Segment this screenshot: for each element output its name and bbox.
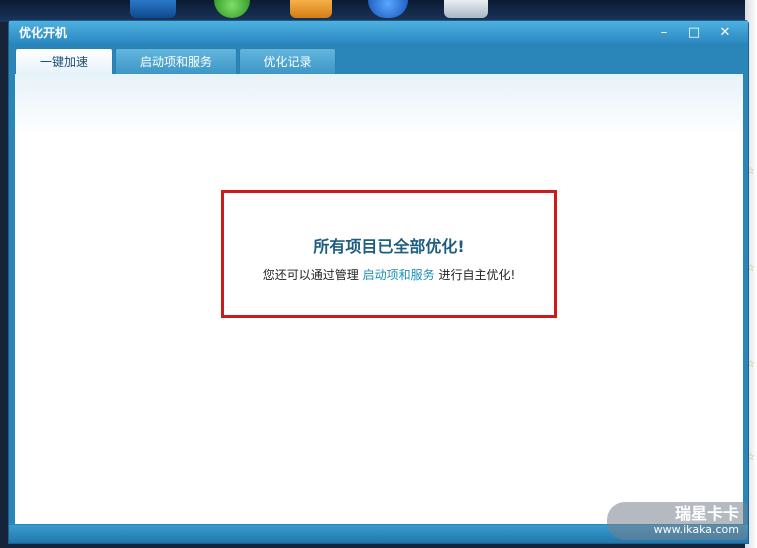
tab-startup-and-services[interactable]: 启动项和服务 <box>115 48 237 74</box>
window-title: 优化开机 <box>19 26 68 40</box>
minimize-button[interactable]: – <box>653 23 675 41</box>
watermark-brand: 瑞星卡卡 <box>674 504 739 523</box>
result-subline: 您还可以通过管理 启动项和服务 进行自主优化! <box>224 266 554 283</box>
watermark-url: www.ikaka.com <box>653 523 739 536</box>
desktop-info-icon[interactable] <box>368 0 408 18</box>
subline-prefix: 您还可以通过管理 <box>262 268 359 282</box>
title-bar[interactable]: 优化开机 – □ ✕ <box>9 21 748 43</box>
tab-one-click-boost[interactable]: 一键加速 <box>15 48 113 74</box>
result-message-box: 所有项目已全部优化! 您还可以通过管理 启动项和服务 进行自主优化! <box>221 190 557 318</box>
close-button[interactable]: ✕ <box>714 23 736 41</box>
desktop-orange-app-icon[interactable] <box>290 0 332 18</box>
result-headline: 所有项目已全部优化! <box>313 237 465 256</box>
optimize-startup-window: 优化开机 – □ ✕ 一键加速 启动项和服务 优化记录 所有项目已全部优化! 您… <box>8 20 749 544</box>
tab-content-panel: 所有项目已全部优化! 您还可以通过管理 启动项和服务 进行自主优化! <box>15 74 743 524</box>
desktop-monitor-icon[interactable] <box>130 0 176 18</box>
desktop-document-icon[interactable] <box>444 0 488 18</box>
desktop-taskbar-strip <box>0 0 757 22</box>
subline-suffix: 进行自主优化! <box>438 268 516 282</box>
maximize-button[interactable]: □ <box>683 23 705 41</box>
tab-optimize-history[interactable]: 优化记录 <box>239 48 336 74</box>
startup-services-link[interactable]: 启动项和服务 <box>363 268 435 282</box>
desktop-green-app-icon[interactable] <box>214 0 250 18</box>
watermark-logo: 瑞星卡卡 www.ikaka.com <box>607 502 747 540</box>
